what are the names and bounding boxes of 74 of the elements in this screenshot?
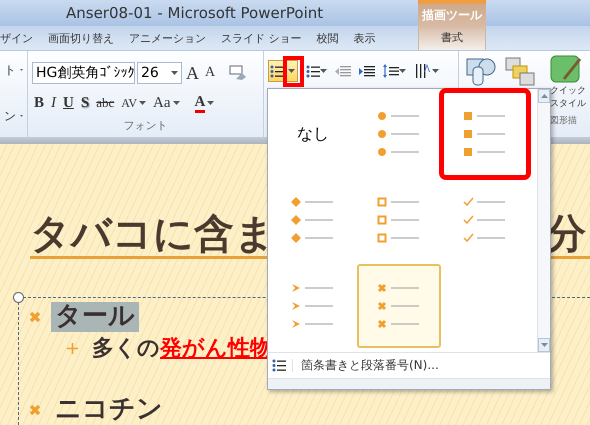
caret-icon [399, 69, 406, 74]
cross-bullets-icon [377, 281, 421, 331]
color-button[interactable]: A [184, 92, 216, 114]
line-spacing-icon [383, 64, 399, 78]
quick-style-label[interactable]: スタイル [550, 98, 586, 112]
up-arrow-icon [540, 94, 548, 98]
shrink-font-button[interactable]: A [203, 62, 218, 84]
ribbon-command[interactable]: ト [4, 62, 16, 79]
cross-bullet-icon [29, 310, 41, 323]
bullets-and-numbering-menu-item[interactable]: 箇条書きと段落番号(N)... [268, 353, 550, 379]
ribbon-tab[interactable]: 校閲 [316, 30, 338, 46]
bullet-style-option[interactable]: なし [271, 92, 355, 176]
ribbon-tab[interactable]: アニメーション [129, 30, 206, 46]
ribbon-tab[interactable]: 書式 [418, 26, 486, 50]
scroll-down-button[interactable] [538, 338, 550, 352]
caret-icon [432, 69, 439, 74]
eraser-icon [229, 65, 248, 82]
down-arrow-icon [540, 343, 548, 347]
plus-bullet-icon [67, 342, 78, 354]
underline-button[interactable]: U [61, 92, 76, 114]
line-spacing-button[interactable] [383, 64, 406, 78]
text-direction-icon [414, 63, 432, 80]
grow-font-button[interactable]: A [184, 62, 201, 84]
strike-button[interactable]: abc [94, 92, 116, 114]
resize-grip[interactable] [268, 379, 550, 389]
arrow-bullets-icon [291, 281, 335, 331]
quick-style-label[interactable]: クイック [550, 85, 586, 98]
ribbon-tab[interactable]: 表示 [354, 30, 376, 46]
bullet-list-icon [272, 359, 286, 372]
scroll-up-button[interactable] [538, 89, 550, 103]
font-size-field[interactable]: 26 [137, 62, 182, 84]
arrange-icon [505, 57, 535, 88]
context-tab-title: 描画ツール [422, 7, 482, 24]
ribbon-tab[interactable]: 画面切り替え [48, 30, 114, 46]
bullet-text: タール [51, 302, 139, 332]
caret-icon [171, 71, 178, 76]
caret-icon [288, 69, 295, 74]
ribbon-tab[interactable]: スライド ショー [221, 30, 302, 46]
caret-icon [139, 101, 146, 106]
hollow-square-bullets-icon [377, 195, 421, 245]
group-label: 図形描 [550, 114, 577, 128]
bullet-text: ニコチン [54, 395, 164, 425]
cross-bullet-icon [29, 404, 41, 416]
caret-icon [207, 101, 214, 106]
check-bullets-icon [463, 195, 507, 245]
ribbon-tab[interactable]: ザイン [0, 30, 33, 46]
indent-icon [359, 64, 375, 78]
italic-button[interactable]: I [49, 92, 58, 114]
outdent-icon [335, 64, 351, 78]
case-button[interactable]: Aa [151, 92, 182, 114]
clear-format-button[interactable] [229, 65, 248, 82]
shapes-icon [465, 57, 497, 88]
bullet-list-icon [270, 64, 284, 78]
caret-icon [172, 101, 180, 106]
resize-handle[interactable] [13, 292, 24, 303]
ribbon-command[interactable]: ン [4, 108, 16, 125]
text-direction-button[interactable] [414, 63, 439, 80]
caret-icon [320, 69, 327, 74]
brush-icon [550, 55, 582, 86]
increase-indent-button[interactable] [359, 64, 375, 78]
circle-bullets-icon [377, 109, 421, 159]
shapes-button[interactable] [465, 57, 497, 88]
arrange-button[interactable] [505, 57, 535, 88]
window-title: Anser08-01 - Microsoft PowerPoint [66, 4, 324, 22]
bold-button[interactable]: B [32, 92, 46, 114]
shadow-button[interactable]: S [78, 92, 92, 114]
diamond-bullets-icon [291, 195, 335, 245]
font-name-field[interactable]: HG創英角ｺﾞｼｯｸ [32, 62, 135, 84]
slide-title: タバコに含ま [30, 212, 275, 256]
spacing-button[interactable]: AV [119, 92, 148, 114]
group-label: フォント [122, 118, 168, 134]
decrease-indent-button[interactable] [335, 64, 351, 78]
square-bullets-icon [463, 109, 507, 159]
numbering-button[interactable] [306, 64, 327, 78]
